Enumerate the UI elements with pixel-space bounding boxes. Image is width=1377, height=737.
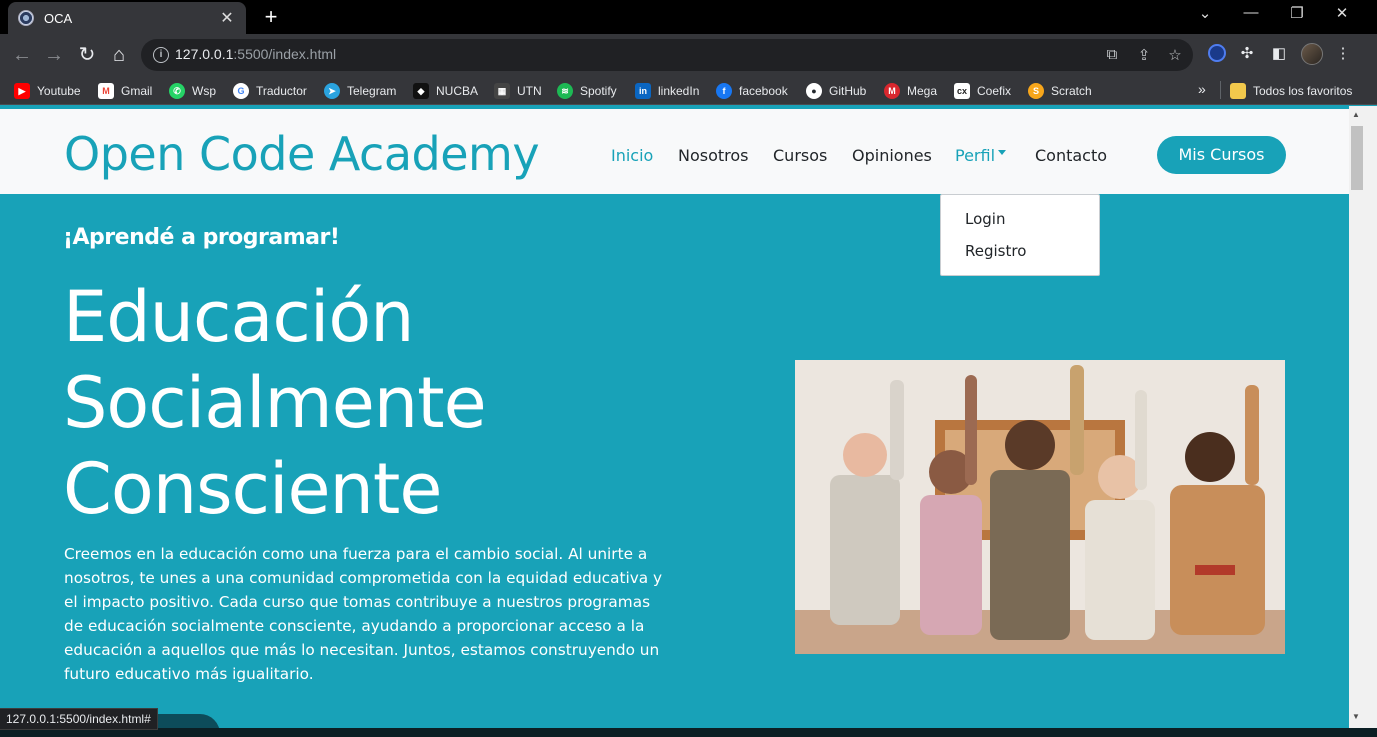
hero-kicker: ¡Aprendé a programar!: [63, 225, 340, 250]
bookmark-github[interactable]: ● GitHub: [806, 82, 866, 99]
side-panel-icon[interactable]: ◧: [1268, 44, 1290, 66]
bookmark-utn[interactable]: ▦ UTN: [494, 82, 542, 99]
nav-perfil-dropdown[interactable]: Perfil: [955, 146, 1007, 165]
scratch-icon: S: [1028, 82, 1044, 99]
tab-title: OCA: [44, 10, 73, 26]
forward-icon[interactable]: →: [41, 42, 67, 68]
scroll-down-arrow-icon[interactable]: ▼: [1352, 712, 1360, 721]
close-tab-icon[interactable]: ✕: [218, 8, 236, 28]
bookmark-star-icon[interactable]: ☆: [1165, 46, 1185, 64]
bookmark-spotify[interactable]: ≋ Spotify: [557, 82, 617, 99]
bookmark-wsp[interactable]: ✆ Wsp: [169, 82, 216, 99]
bookmark-traductor[interactable]: G Traductor: [233, 82, 307, 99]
bookmarks-separator: [1220, 81, 1221, 99]
site-favicon-icon: [18, 10, 34, 26]
page-scrollbar[interactable]: ▲ ▼: [1349, 106, 1377, 728]
perfil-dropdown-menu: Login Registro: [940, 194, 1100, 276]
mega-icon: M: [884, 82, 900, 99]
restore-icon[interactable]: ❐: [1282, 4, 1312, 22]
nav-contacto[interactable]: Contacto: [1035, 146, 1107, 165]
coefix-icon: cx: [954, 82, 970, 99]
headline-line-3: Consciente: [63, 448, 442, 530]
caret-down-icon: [998, 150, 1007, 155]
dropdown-item-login[interactable]: Login: [965, 210, 1005, 228]
bookmark-scratch[interactable]: S Scratch: [1028, 82, 1092, 99]
bookmarks-bar: ▶ Youtube M Gmail ✆ Wsp G Traductor ➤ Telegra…: [0, 76, 1377, 105]
nav-nosotros[interactable]: Nosotros: [678, 146, 749, 165]
browser-tab[interactable]: OCA ✕: [8, 2, 246, 34]
nucba-icon: ◆: [413, 82, 429, 99]
reload-icon[interactable]: ↻: [74, 42, 100, 68]
folder-icon: [1230, 82, 1246, 99]
extensions-puzzle-icon[interactable]: ✣: [1236, 44, 1258, 66]
url-text: 127.0.0.1:5500/index.html: [175, 46, 337, 62]
spotify-icon: ≋: [557, 82, 573, 99]
bookmark-coefix[interactable]: cx Coefix: [954, 82, 1011, 99]
browser-toolbar: ← → ↻ ⌂ i 127.0.0.1:5500/index.html ⧉ ⇪ …: [0, 34, 1377, 76]
mis-cursos-button[interactable]: Mis Cursos: [1157, 136, 1286, 174]
page-viewport: Open Code Academy Inicio Nosotros Cursos…: [0, 106, 1349, 728]
gmail-icon: M: [98, 82, 114, 99]
whatsapp-icon: ✆: [169, 82, 185, 99]
hero-headline: Educación Socialmente Consciente: [63, 274, 583, 532]
telegram-icon: ➤: [324, 82, 340, 99]
bookmark-folder-all[interactable]: Todos los favoritos: [1230, 82, 1352, 99]
back-icon[interactable]: ←: [9, 42, 35, 68]
tab-search-chevron-icon[interactable]: ⌄: [1190, 4, 1220, 22]
scroll-up-arrow-icon[interactable]: ▲: [1352, 110, 1360, 119]
nav-perfil-label: Perfil: [955, 146, 996, 165]
minimize-icon[interactable]: —: [1236, 4, 1266, 21]
github-icon: ●: [806, 82, 822, 99]
bookmark-nucba[interactable]: ◆ NUCBA: [413, 82, 478, 99]
youtube-icon: ▶: [14, 82, 30, 99]
menu-kebab-icon[interactable]: ⋮: [1332, 44, 1354, 66]
nav-opiniones[interactable]: Opiniones: [852, 146, 932, 165]
dropdown-item-registro[interactable]: Registro: [965, 242, 1026, 260]
bookmark-youtube[interactable]: ▶ Youtube: [14, 82, 81, 99]
bookmarks-overflow-icon[interactable]: »: [1198, 81, 1206, 97]
nav-cursos[interactable]: Cursos: [773, 146, 827, 165]
link-status-bubble: 127.0.0.1:5500/index.html#: [0, 708, 158, 730]
bookmark-linkedin[interactable]: in linkedIn: [635, 82, 699, 99]
bookmark-telegram[interactable]: ➤ Telegram: [324, 82, 396, 99]
google-icon: G: [233, 82, 249, 99]
hero-description: Creemos en la educación como una fuerza …: [64, 545, 663, 683]
nav-inicio[interactable]: Inicio: [611, 146, 653, 165]
home-icon[interactable]: ⌂: [106, 42, 132, 68]
close-window-icon[interactable]: ✕: [1327, 4, 1357, 22]
scrollbar-thumb[interactable]: [1351, 126, 1363, 190]
os-taskbar: [0, 728, 1377, 737]
headline-line-2: Socialmente: [63, 362, 487, 444]
site-info-icon[interactable]: i: [153, 47, 169, 63]
address-bar[interactable]: i 127.0.0.1:5500/index.html ⧉ ⇪ ☆: [141, 39, 1193, 71]
share-icon[interactable]: ⇪: [1134, 46, 1154, 64]
bookmark-mega[interactable]: M Mega: [884, 82, 937, 99]
new-tab-icon[interactable]: +: [258, 4, 284, 30]
translate-icon[interactable]: ⧉: [1102, 46, 1122, 63]
extension-shield-icon[interactable]: [1206, 43, 1228, 65]
brand-logo[interactable]: Open Code Academy: [64, 127, 540, 181]
facebook-icon: f: [716, 82, 732, 99]
bookmark-facebook[interactable]: f facebook: [716, 82, 788, 99]
linkedin-icon: in: [635, 82, 651, 99]
hero-image-students-celebrating: [795, 360, 1285, 654]
site-navbar: Open Code Academy Inicio Nosotros Cursos…: [0, 109, 1349, 194]
headline-line-1: Educación: [63, 276, 415, 358]
utn-icon: ▦: [494, 82, 510, 99]
profile-avatar[interactable]: [1301, 43, 1323, 65]
browser-tab-strip: OCA ✕ + ⌄ — ❐ ✕: [0, 0, 1377, 34]
bookmark-gmail[interactable]: M Gmail: [98, 82, 152, 99]
